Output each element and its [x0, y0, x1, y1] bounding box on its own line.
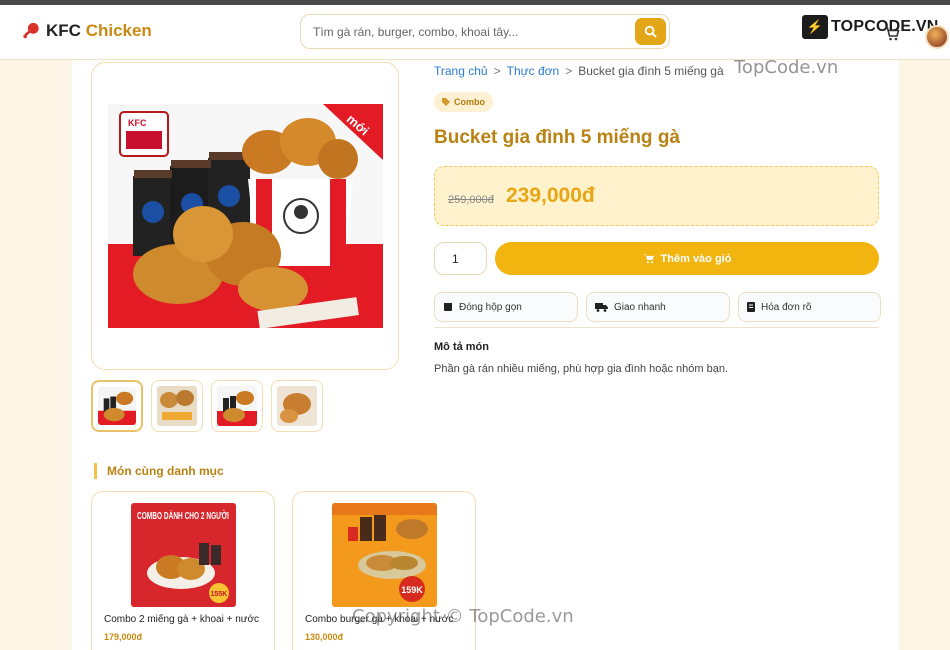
feature-packaging: Đóng hộp gọn: [434, 292, 578, 322]
breadcrumb-separator: >: [493, 64, 501, 78]
breadcrumb-menu-link[interactable]: Thực đơn: [507, 64, 560, 78]
old-price: 259,000đ: [448, 194, 494, 206]
card-art-badge: 155K: [211, 591, 228, 598]
product-main-image[interactable]: mới KFC: [108, 104, 383, 328]
related-product-price: 179,000đ: [104, 632, 143, 642]
related-product-name: Combo 2 miếng gà + khoai + nước: [104, 614, 260, 625]
site-header: KFC Chicken ⚡ TOPCODE.VN: [0, 5, 950, 60]
watermark-top: TopCode.vn: [734, 57, 839, 78]
related-product-price: 130,000đ: [305, 632, 344, 642]
thumbnail-image: [157, 386, 197, 426]
thumbnail-1[interactable]: [91, 380, 143, 432]
search-bar: [300, 14, 670, 49]
breadcrumb-home-link[interactable]: Trang chủ: [434, 64, 488, 78]
feature-list: Đóng hộp gọn Giao nhanh Hóa đơn rõ: [434, 292, 881, 322]
quantity-input[interactable]: [434, 242, 487, 275]
add-to-cart-label: Thêm vào giỏ: [660, 252, 732, 265]
product-title: Bucket gia đình 5 miếng gà: [434, 127, 680, 148]
divider: [434, 327, 879, 328]
truck-icon: [595, 303, 608, 312]
image-logo-text: KFC: [128, 118, 147, 128]
category-tag-label: Combo: [454, 97, 485, 107]
box-icon: [444, 303, 452, 311]
feature-invoice: Hóa đơn rõ: [738, 292, 881, 322]
card-art-title: COMBO DÀNH CHO 2 NGƯỜI: [137, 509, 229, 522]
watermark-bottom: Copyright © TopCode.vn: [352, 606, 574, 627]
related-product-image: 159K: [332, 503, 437, 607]
breadcrumb-current: Bucket gia đình 5 miếng gà: [578, 64, 724, 78]
thumbnail-image: [217, 386, 257, 426]
topcode-watermark-logo: ⚡ TOPCODE.VN: [802, 15, 939, 39]
feature-delivery: Giao nhanh: [586, 292, 730, 322]
price-box: 259,000đ 239,000đ: [434, 166, 879, 226]
feature-label: Giao nhanh: [614, 301, 666, 313]
tag-icon: [442, 98, 450, 106]
related-section-title: Món cùng danh mục: [94, 463, 224, 479]
brand-logo[interactable]: KFC Chicken: [22, 21, 152, 41]
feature-label: Hóa đơn rõ: [761, 301, 812, 313]
breadcrumb: Trang chủ > Thực đơn > Bucket gia đình 5…: [434, 64, 724, 78]
thumbnail-3[interactable]: [211, 380, 263, 432]
product-thumbnails: [91, 380, 323, 432]
topcode-mark-icon: ⚡: [802, 15, 828, 39]
add-to-cart-button[interactable]: Thêm vào giỏ: [495, 242, 879, 275]
feature-label: Đóng hộp gọn: [459, 301, 522, 313]
brand-name: KFC Chicken: [46, 21, 152, 40]
description-text: Phần gà rán nhiều miếng, phù hợp gia đìn…: [434, 363, 729, 375]
search-button[interactable]: [635, 18, 666, 45]
search-icon: [644, 25, 657, 38]
thumbnail-4[interactable]: [271, 380, 323, 432]
chicken-leg-icon: [23, 22, 39, 39]
thumbnail-image: [98, 387, 136, 425]
current-price: 239,000đ: [506, 184, 595, 207]
related-product-card[interactable]: COMBO DÀNH CHO 2 NGƯỜI 155K Combo 2 miến…: [91, 491, 275, 650]
thumbnail-image: [277, 386, 317, 426]
card-art-badge: 159K: [401, 585, 423, 595]
cart-icon[interactable]: [884, 27, 900, 41]
cart-icon: [643, 254, 654, 264]
search-input[interactable]: [313, 23, 633, 41]
thumbnail-2[interactable]: [151, 380, 203, 432]
user-avatar[interactable]: [925, 25, 949, 49]
related-product-image: COMBO DÀNH CHO 2 NGƯỜI 155K: [131, 503, 236, 607]
description-heading: Mô tả món: [434, 341, 489, 353]
receipt-icon: [747, 302, 755, 312]
category-tag[interactable]: Combo: [434, 92, 493, 112]
breadcrumb-separator: >: [565, 64, 573, 78]
